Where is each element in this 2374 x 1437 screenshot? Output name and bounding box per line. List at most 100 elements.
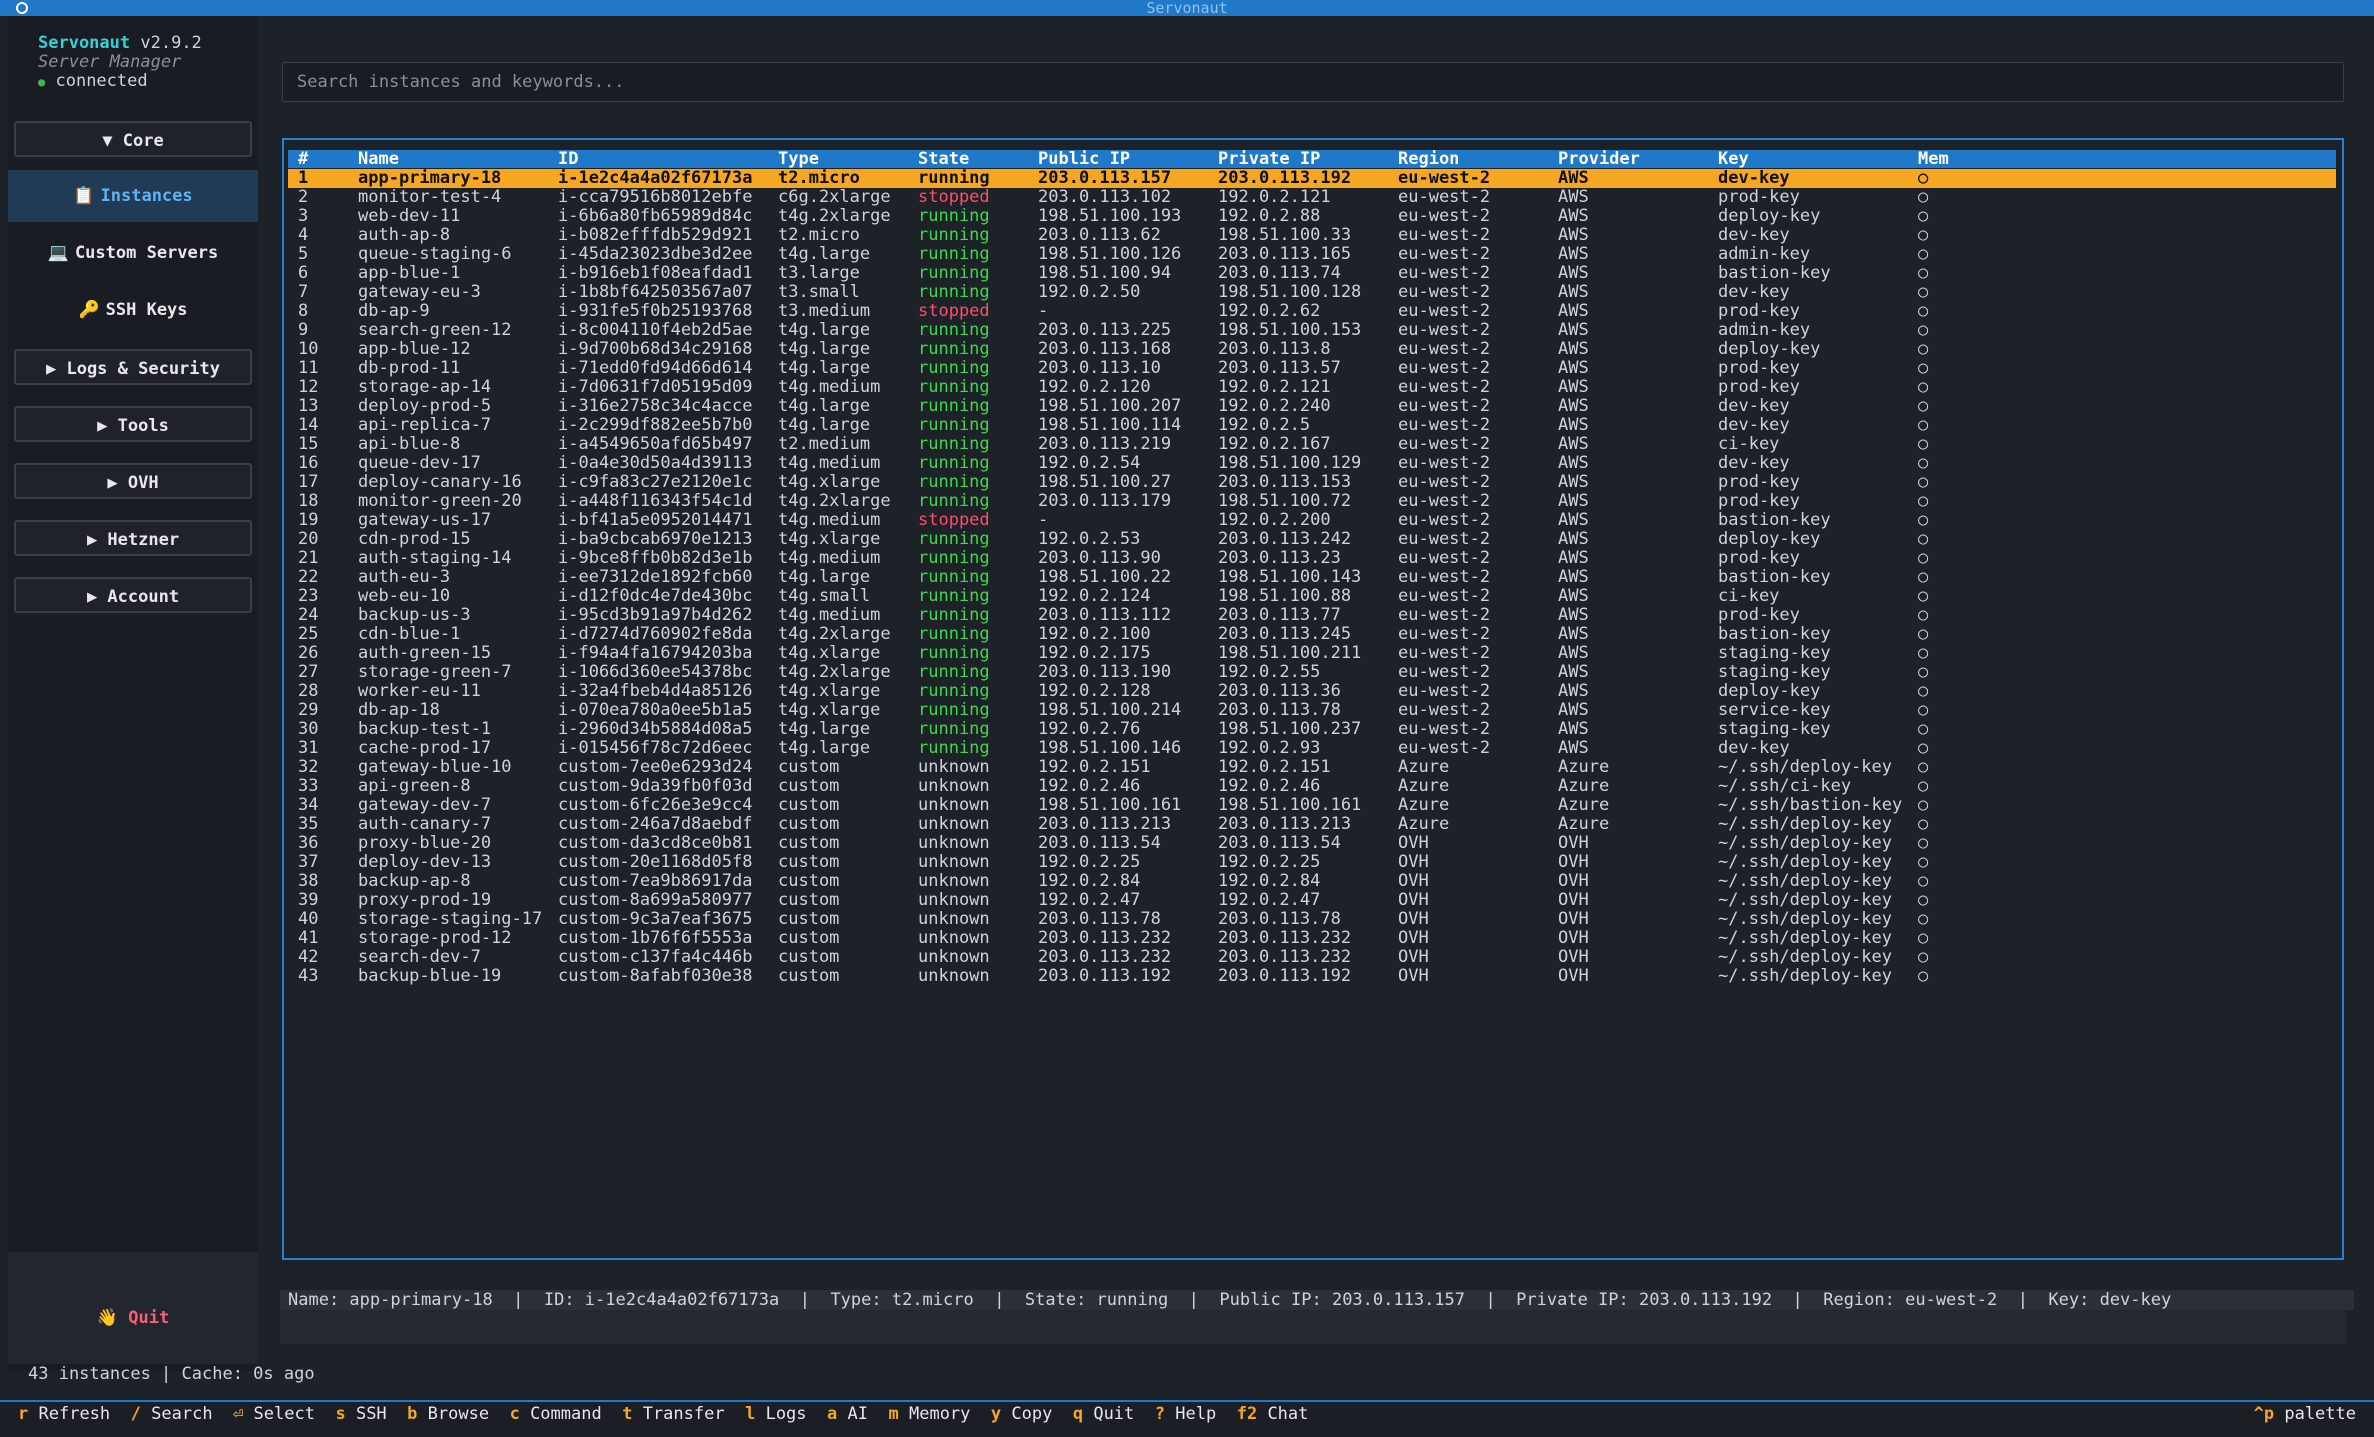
col-index-cell: 29 <box>298 700 319 720</box>
table-row[interactable]: 11 db-prod-11 i-71edd0fd94d66d614 t4g.large… <box>288 359 2336 378</box>
section-tools[interactable]: ▶ Tools <box>14 406 252 442</box>
table-row[interactable]: 13 deploy-prod-5 i-316e2758c34c4acce t4g.la… <box>288 397 2336 416</box>
table-row[interactable]: 17 deploy-canary-16 i-c9fa83c27e2120e1c t4g… <box>288 473 2336 492</box>
col-state-header[interactable]: State <box>918 150 969 168</box>
table-row[interactable]: 16 queue-dev-17 i-0a4e30d50a4d39113 t4g.med… <box>288 454 2336 473</box>
table-row[interactable]: 29 db-ap-18 i-070ea780a0ee5b1a5 t4g.xlarge r… <box>288 701 2336 720</box>
col-type-header[interactable]: Type <box>778 150 819 168</box>
col-name-cell: storage-staging-17 <box>358 909 543 929</box>
table-row[interactable]: 37 deploy-dev-13 custom-20e1168d05f8 custom… <box>288 853 2336 872</box>
table-row[interactable]: 18 monitor-green-20 i-a448f116343f54c1d t4g… <box>288 492 2336 511</box>
col-public-ip-header[interactable]: Public IP <box>1038 150 1130 168</box>
table-row[interactable]: 41 storage-prod-12 custom-1b76f6f5553a cust… <box>288 929 2336 948</box>
table-row[interactable]: 21 auth-staging-14 i-9bce8ffb0b82d3e1b t4g.… <box>288 549 2336 568</box>
col-public-ip-cell: 203.0.113.232 <box>1038 947 1172 967</box>
table-row[interactable]: 20 cdn-prod-15 i-ba9cbcab6970e1213 t4g.xlar… <box>288 530 2336 549</box>
col-private-ip-cell: 198.51.100.33 <box>1218 225 1352 245</box>
keybinding-quit[interactable]: q Quit <box>1073 1404 1134 1424</box>
table-row[interactable]: 3 web-dev-11 i-6b6a80fb65989d84c t4g.2xlarg… <box>288 207 2336 226</box>
table-row[interactable]: 5 queue-staging-6 i-45da23023dbe3d2ee t4g.l… <box>288 245 2336 264</box>
table-row[interactable]: 14 api-replica-7 i-2c299df882ee5b7b0 t4g.la… <box>288 416 2336 435</box>
section-hetzner[interactable]: ▶ Hetzner <box>14 520 252 556</box>
col-name-header[interactable]: Name <box>358 150 399 168</box>
col-state-cell: running <box>918 320 990 340</box>
table-row[interactable]: 23 web-eu-10 i-d12f0dc4e7de430bc t4g.small r… <box>288 587 2336 606</box>
quit-button[interactable]: 👋 Quit <box>8 1308 258 1328</box>
keybinding-label: SSH <box>355 1404 387 1424</box>
col-key-cell: ci-key <box>1718 586 1780 606</box>
table-header: # Name ID Type State Public IP Private IP Regio… <box>288 150 2336 168</box>
section-account[interactable]: ▶ Account <box>14 577 252 613</box>
table-row[interactable]: 7 gateway-eu-3 i-1b8bf642503567a07 t3.small… <box>288 283 2336 302</box>
sidebar-item-ssh-keys[interactable]: 🔑 SSH Keys <box>8 284 258 336</box>
table-row[interactable]: 24 backup-us-3 i-95cd3b91a97b4d262 t4g.medi… <box>288 606 2336 625</box>
keybinding-refresh[interactable]: r Refresh <box>18 1404 110 1424</box>
col-id-cell: i-cca79516b8012ebfe <box>558 187 753 207</box>
col-provider-cell: AWS <box>1558 662 1589 682</box>
table-row[interactable]: 10 app-blue-12 i-9d700b68d34c29168 t4g.larg… <box>288 340 2336 359</box>
keybinding-ssh[interactable]: s SSH <box>335 1404 386 1424</box>
section-logs-security[interactable]: ▶ Logs & Security <box>14 349 252 385</box>
table-row[interactable]: 2 monitor-test-4 i-cca79516b8012ebfe c6g.2x… <box>288 188 2336 207</box>
table-row[interactable]: 8 db-ap-9 i-931fe5f0b25193768 t3.medium stop… <box>288 302 2336 321</box>
table-row[interactable]: 42 search-dev-7 custom-c137fa4c446b custom u… <box>288 948 2336 967</box>
table-row[interactable]: 28 worker-eu-11 i-32a4fbeb4d4a85126 t4g.xla… <box>288 682 2336 701</box>
keybinding-copy[interactable]: y Copy <box>991 1404 1052 1424</box>
command-palette-binding[interactable]: ^p palette <box>2254 1402 2356 1426</box>
keybinding-select[interactable]: ⏎ Select <box>233 1404 315 1424</box>
search-input[interactable]: Search instances and keywords... <box>282 62 2344 102</box>
table-row[interactable]: 43 backup-blue-19 custom-8afabf030e38 custo… <box>288 967 2336 986</box>
keybinding-ai[interactable]: a AI <box>827 1404 868 1424</box>
table-row[interactable]: 36 proxy-blue-20 custom-da3cd8ce0b81 custom… <box>288 834 2336 853</box>
table-row[interactable]: 9 search-green-12 i-8c004110f4eb2d5ae t4g.l… <box>288 321 2336 340</box>
table-row[interactable]: 4 auth-ap-8 i-b082efffdb529d921 t2.micro run… <box>288 226 2336 245</box>
col-provider-header[interactable]: Provider <box>1558 150 1640 168</box>
table-row[interactable]: 1 app-primary-18 i-1e2c4a4a02f67173a t2.mic… <box>288 169 2336 188</box>
keybinding-logs[interactable]: l Logs <box>745 1404 806 1424</box>
table-row[interactable]: 6 app-blue-1 i-b916eb1f08eafdad1 t3.large ru… <box>288 264 2336 283</box>
table-row[interactable]: 31 cache-prod-17 i-015456f78c72d6eec t4g.la… <box>288 739 2336 758</box>
table-row[interactable]: 38 backup-ap-8 custom-7ea9b86917da custom un… <box>288 872 2336 891</box>
col-id-header[interactable]: ID <box>558 150 578 168</box>
col-region-header[interactable]: Region <box>1398 150 1459 168</box>
table-row[interactable]: 35 auth-canary-7 custom-246a7d8aebdf custom… <box>288 815 2336 834</box>
col-key-cell: admin-key <box>1718 320 1811 340</box>
table-row[interactable]: 30 backup-test-1 i-2960d34b5884d08a5 t4g.la… <box>288 720 2336 739</box>
keybinding-search[interactable]: / Search <box>131 1404 213 1424</box>
table-row[interactable]: 34 gateway-dev-7 custom-6fc26e3e9cc4 custom… <box>288 796 2336 815</box>
keybinding-transfer[interactable]: t Transfer <box>622 1404 724 1424</box>
section-core[interactable]: ▼ Core <box>14 121 252 157</box>
table-row[interactable]: 19 gateway-us-17 i-bf41a5e0952014471 t4g.me… <box>288 511 2336 530</box>
keybinding-command[interactable]: c Command <box>510 1404 602 1424</box>
keybinding-browse[interactable]: b Browse <box>407 1404 489 1424</box>
table-row[interactable]: 26 auth-green-15 i-f94a4fa16794203ba t4g.xl… <box>288 644 2336 663</box>
table-row[interactable]: 27 storage-green-7 i-1066d360ee54378bc t4g.… <box>288 663 2336 682</box>
table-row[interactable]: 39 proxy-prod-19 custom-8a699a580977 custom… <box>288 891 2336 910</box>
window-menu-icon[interactable] <box>16 2 28 14</box>
table-row[interactable]: 22 auth-eu-3 i-ee7312de1892fcb60 t4g.large r… <box>288 568 2336 587</box>
col-public-ip-cell: 192.0.2.124 <box>1038 586 1151 606</box>
col-private-ip-header[interactable]: Private IP <box>1218 150 1320 168</box>
memory-indicator-icon: ○ <box>1918 567 1929 587</box>
table-row[interactable]: 25 cdn-blue-1 i-d7274d760902fe8da t4g.2xlar… <box>288 625 2336 644</box>
col-mem-header[interactable]: Mem <box>1918 150 1949 168</box>
col-name-cell: web-eu-10 <box>358 586 451 606</box>
table-row[interactable]: 32 gateway-blue-10 custom-7ee0e6293d24 cust… <box>288 758 2336 777</box>
keybinding-memory[interactable]: m Memory <box>888 1404 970 1424</box>
sidebar-item-instances[interactable]: 📋 Instances <box>8 170 258 222</box>
table-row[interactable]: 33 api-green-8 custom-9da39fb0f03d custom un… <box>288 777 2336 796</box>
col-region-cell: eu-west-2 <box>1398 244 1491 264</box>
keybinding-chat[interactable]: f2 Chat <box>1237 1404 1309 1424</box>
col-index-header[interactable]: # <box>298 150 308 168</box>
sidebar-item-custom-servers[interactable]: 💻 Custom Servers <box>8 227 258 279</box>
col-key-header[interactable]: Key <box>1718 150 1749 168</box>
col-region-cell: eu-west-2 <box>1398 472 1491 492</box>
section-ovh[interactable]: ▶ OVH <box>14 463 252 499</box>
col-type-cell: t4g.large <box>778 567 871 587</box>
col-name-cell: proxy-blue-20 <box>358 833 492 853</box>
table-row[interactable]: 12 storage-ap-14 i-7d0631f7d05195d09 t4g.me… <box>288 378 2336 397</box>
table-row[interactable]: 15 api-blue-8 i-a4549650afd65b497 t2.medium… <box>288 435 2336 454</box>
table-row[interactable]: 40 storage-staging-17 custom-9c3a7eaf3675 c… <box>288 910 2336 929</box>
keybinding-help[interactable]: ? Help <box>1155 1404 1216 1424</box>
col-id-cell: i-2960d34b5884d08a5 <box>558 719 753 739</box>
